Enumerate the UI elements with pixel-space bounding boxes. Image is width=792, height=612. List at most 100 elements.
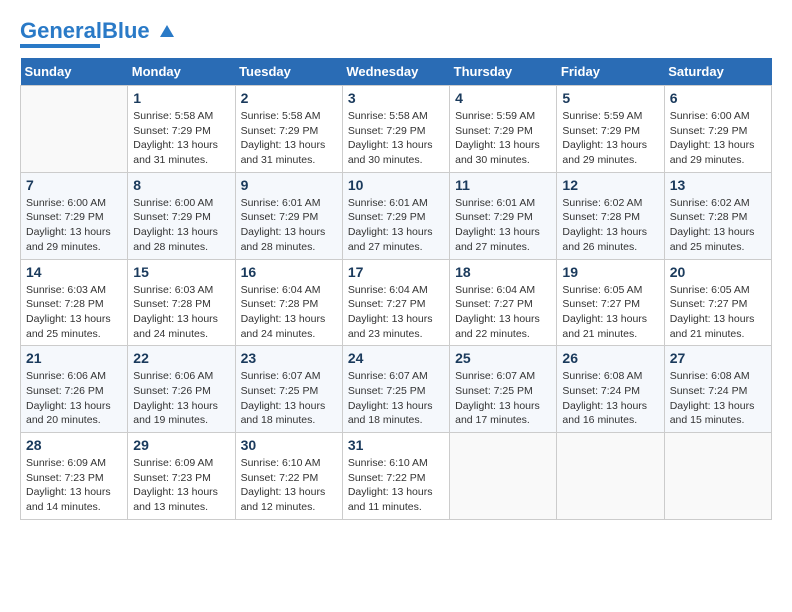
calendar-cell (21, 86, 128, 173)
day-info: Sunrise: 6:07 AM Sunset: 7:25 PM Dayligh… (455, 369, 551, 428)
calendar-cell: 31 Sunrise: 6:10 AM Sunset: 7:22 PM Dayli… (342, 433, 449, 520)
day-info: Sunrise: 6:05 AM Sunset: 7:27 PM Dayligh… (670, 283, 766, 342)
calendar-week-row: 7 Sunrise: 6:00 AM Sunset: 7:29 PM Daylig… (21, 172, 772, 259)
calendar-cell: 18Sunrise: 6:04 AM Sunset: 7:27 PM Dayli… (450, 259, 557, 346)
day-number: 15 (133, 264, 229, 280)
weekday-header-sunday: Sunday (21, 58, 128, 86)
day-info: Sunrise: 6:02 AM Sunset: 7:28 PM Dayligh… (562, 196, 658, 255)
calendar-cell: 7 Sunrise: 6:00 AM Sunset: 7:29 PM Daylig… (21, 172, 128, 259)
calendar-cell: 16Sunrise: 6:04 AM Sunset: 7:28 PM Dayli… (235, 259, 342, 346)
calendar-cell: 28 Sunrise: 6:09 AM Sunset: 7:23 PM Dayli… (21, 433, 128, 520)
day-number: 23 (241, 350, 337, 366)
day-info: Sunrise: 6:01 AM Sunset: 7:29 PM Dayligh… (241, 196, 337, 255)
day-number: 3 (348, 90, 444, 106)
calendar-table: SundayMondayTuesdayWednesdayThursdayFrid… (20, 58, 772, 520)
day-number: 9 (241, 177, 337, 193)
day-info: Sunrise: 5:59 AM Sunset: 7:29 PM Dayligh… (455, 109, 551, 168)
weekday-header-thursday: Thursday (450, 58, 557, 86)
calendar-week-row: 14 Sunrise: 6:03 AM Sunset: 7:28 PM Dayli… (21, 259, 772, 346)
calendar-cell (664, 433, 771, 520)
calendar-cell: 9 Sunrise: 6:01 AM Sunset: 7:29 PM Daylig… (235, 172, 342, 259)
calendar-cell: 10Sunrise: 6:01 AM Sunset: 7:29 PM Dayli… (342, 172, 449, 259)
day-number: 21 (26, 350, 122, 366)
day-number: 2 (241, 90, 337, 106)
day-info: Sunrise: 6:07 AM Sunset: 7:25 PM Dayligh… (241, 369, 337, 428)
day-info: Sunrise: 6:03 AM Sunset: 7:28 PM Dayligh… (26, 283, 122, 342)
calendar-cell: 13 Sunrise: 6:02 AM Sunset: 7:28 PM Dayli… (664, 172, 771, 259)
calendar-cell: 4 Sunrise: 5:59 AM Sunset: 7:29 PM Daylig… (450, 86, 557, 173)
logo-underline (20, 44, 100, 48)
day-number: 22 (133, 350, 229, 366)
weekday-header-friday: Friday (557, 58, 664, 86)
day-number: 24 (348, 350, 444, 366)
day-number: 28 (26, 437, 122, 453)
day-number: 4 (455, 90, 551, 106)
calendar-cell (557, 433, 664, 520)
day-info: Sunrise: 6:04 AM Sunset: 7:27 PM Dayligh… (455, 283, 551, 342)
calendar-cell: 26Sunrise: 6:08 AM Sunset: 7:24 PM Dayli… (557, 346, 664, 433)
day-info: Sunrise: 6:08 AM Sunset: 7:24 PM Dayligh… (670, 369, 766, 428)
day-info: Sunrise: 6:10 AM Sunset: 7:22 PM Dayligh… (241, 456, 337, 515)
day-info: Sunrise: 5:59 AM Sunset: 7:29 PM Dayligh… (562, 109, 658, 168)
day-number: 25 (455, 350, 551, 366)
logo: GeneralBlue (20, 20, 176, 48)
day-info: Sunrise: 6:04 AM Sunset: 7:27 PM Dayligh… (348, 283, 444, 342)
day-info: Sunrise: 6:01 AM Sunset: 7:29 PM Dayligh… (348, 196, 444, 255)
day-info: Sunrise: 5:58 AM Sunset: 7:29 PM Dayligh… (348, 109, 444, 168)
logo-blue: Blue (102, 18, 150, 43)
day-info: Sunrise: 6:09 AM Sunset: 7:23 PM Dayligh… (133, 456, 229, 515)
day-number: 14 (26, 264, 122, 280)
calendar-week-row: 28 Sunrise: 6:09 AM Sunset: 7:23 PM Dayli… (21, 433, 772, 520)
day-info: Sunrise: 6:00 AM Sunset: 7:29 PM Dayligh… (133, 196, 229, 255)
day-info: Sunrise: 6:07 AM Sunset: 7:25 PM Dayligh… (348, 369, 444, 428)
calendar-cell: 27 Sunrise: 6:08 AM Sunset: 7:24 PM Dayli… (664, 346, 771, 433)
day-info: Sunrise: 5:58 AM Sunset: 7:29 PM Dayligh… (133, 109, 229, 168)
calendar-cell: 25 Sunrise: 6:07 AM Sunset: 7:25 PM Dayli… (450, 346, 557, 433)
calendar-cell (450, 433, 557, 520)
calendar-cell: 21 Sunrise: 6:06 AM Sunset: 7:26 PM Dayli… (21, 346, 128, 433)
day-number: 20 (670, 264, 766, 280)
weekday-header-tuesday: Tuesday (235, 58, 342, 86)
day-number: 11 (455, 177, 551, 193)
day-info: Sunrise: 6:05 AM Sunset: 7:27 PM Dayligh… (562, 283, 658, 342)
calendar-week-row: 1 Sunrise: 5:58 AM Sunset: 7:29 PM Daylig… (21, 86, 772, 173)
day-number: 12 (562, 177, 658, 193)
calendar-cell: 22 Sunrise: 6:06 AM Sunset: 7:26 PM Dayli… (128, 346, 235, 433)
day-info: Sunrise: 6:10 AM Sunset: 7:22 PM Dayligh… (348, 456, 444, 515)
calendar-cell: 29 Sunrise: 6:09 AM Sunset: 7:23 PM Dayli… (128, 433, 235, 520)
day-number: 16 (241, 264, 337, 280)
calendar-cell: 19 Sunrise: 6:05 AM Sunset: 7:27 PM Dayli… (557, 259, 664, 346)
day-info: Sunrise: 6:03 AM Sunset: 7:28 PM Dayligh… (133, 283, 229, 342)
day-info: Sunrise: 6:08 AM Sunset: 7:24 PM Dayligh… (562, 369, 658, 428)
calendar-cell: 5 Sunrise: 5:59 AM Sunset: 7:29 PM Daylig… (557, 86, 664, 173)
calendar-cell: 15 Sunrise: 6:03 AM Sunset: 7:28 PM Dayli… (128, 259, 235, 346)
calendar-cell: 3 Sunrise: 5:58 AM Sunset: 7:29 PM Daylig… (342, 86, 449, 173)
header: GeneralBlue (20, 20, 772, 48)
weekday-header-saturday: Saturday (664, 58, 771, 86)
day-info: Sunrise: 6:00 AM Sunset: 7:29 PM Dayligh… (26, 196, 122, 255)
calendar-cell: 20 Sunrise: 6:05 AM Sunset: 7:27 PM Dayli… (664, 259, 771, 346)
day-number: 19 (562, 264, 658, 280)
calendar-cell: 2 Sunrise: 5:58 AM Sunset: 7:29 PM Daylig… (235, 86, 342, 173)
day-info: Sunrise: 6:09 AM Sunset: 7:23 PM Dayligh… (26, 456, 122, 515)
logo-general: General (20, 18, 102, 43)
day-info: Sunrise: 6:02 AM Sunset: 7:28 PM Dayligh… (670, 196, 766, 255)
day-number: 13 (670, 177, 766, 193)
calendar-cell: 14 Sunrise: 6:03 AM Sunset: 7:28 PM Dayli… (21, 259, 128, 346)
day-info: Sunrise: 6:01 AM Sunset: 7:29 PM Dayligh… (455, 196, 551, 255)
day-number: 1 (133, 90, 229, 106)
day-number: 27 (670, 350, 766, 366)
calendar-cell: 30Sunrise: 6:10 AM Sunset: 7:22 PM Dayli… (235, 433, 342, 520)
day-info: Sunrise: 6:06 AM Sunset: 7:26 PM Dayligh… (26, 369, 122, 428)
calendar-cell: 6Sunrise: 6:00 AM Sunset: 7:29 PM Daylig… (664, 86, 771, 173)
calendar-cell: 17Sunrise: 6:04 AM Sunset: 7:27 PM Dayli… (342, 259, 449, 346)
calendar-cell: 8Sunrise: 6:00 AM Sunset: 7:29 PM Daylig… (128, 172, 235, 259)
day-number: 29 (133, 437, 229, 453)
day-number: 31 (348, 437, 444, 453)
weekday-header-row: SundayMondayTuesdayWednesdayThursdayFrid… (21, 58, 772, 86)
weekday-header-wednesday: Wednesday (342, 58, 449, 86)
day-number: 5 (562, 90, 658, 106)
day-info: Sunrise: 6:06 AM Sunset: 7:26 PM Dayligh… (133, 369, 229, 428)
day-number: 7 (26, 177, 122, 193)
day-info: Sunrise: 5:58 AM Sunset: 7:29 PM Dayligh… (241, 109, 337, 168)
